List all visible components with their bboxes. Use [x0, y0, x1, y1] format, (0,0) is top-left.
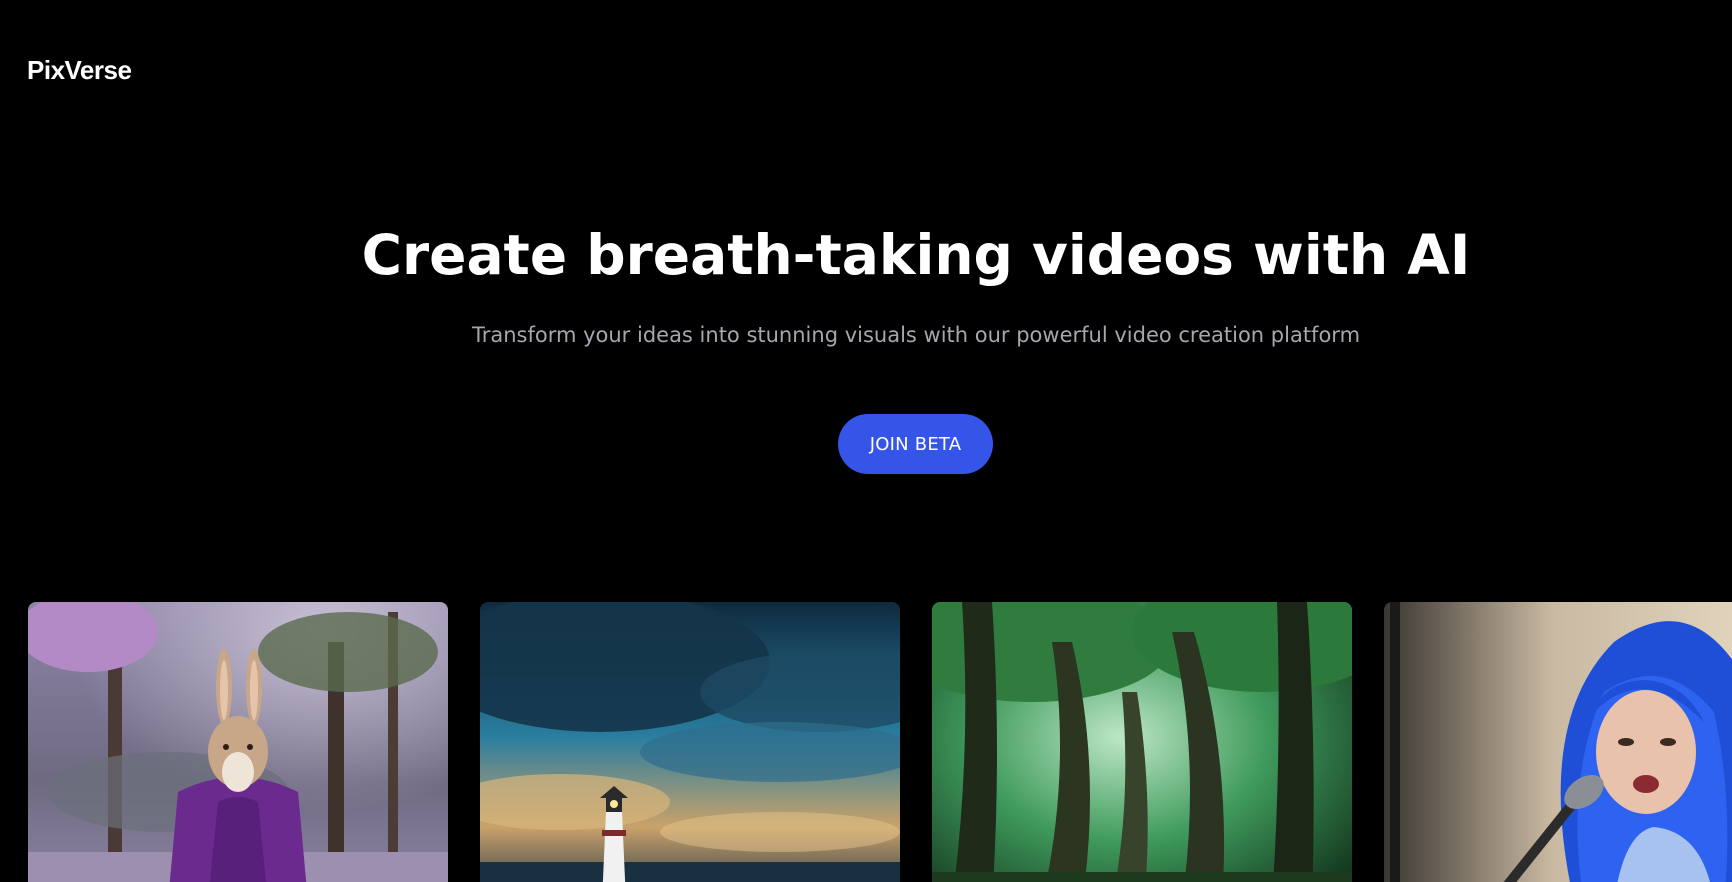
- join-beta-button[interactable]: JOIN BETA: [838, 414, 993, 474]
- gallery-card-singer[interactable]: [1384, 602, 1732, 882]
- hero-subtitle: Transform your ideas into stunning visua…: [471, 323, 1361, 347]
- rabbit-in-purple-robe-thumbnail: [28, 602, 448, 882]
- lighthouse-storm-thumbnail: [480, 602, 900, 882]
- gallery-card-lighthouse[interactable]: [480, 602, 900, 882]
- gallery-card-rabbit[interactable]: [28, 602, 448, 882]
- blue-haired-singer-thumbnail: [1384, 602, 1732, 882]
- video-gallery: [0, 602, 1732, 882]
- hero-title: Create breath-taking videos with AI: [361, 223, 1471, 287]
- gallery-card-forest[interactable]: [932, 602, 1352, 882]
- green-forest-thumbnail: [932, 602, 1352, 882]
- pixverse-logo[interactable]: PixVerse: [27, 54, 132, 86]
